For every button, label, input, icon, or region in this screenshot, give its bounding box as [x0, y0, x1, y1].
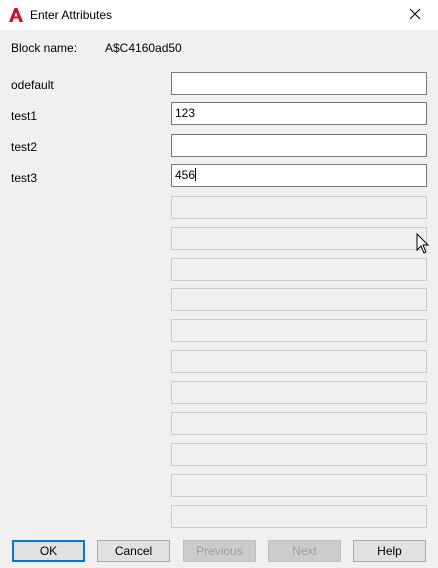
block-name-value: A$C4160ad50 — [105, 41, 182, 55]
attribute-input-empty — [171, 505, 427, 528]
help-button[interactable]: Help — [353, 540, 426, 562]
title-bar: Enter Attributes — [0, 0, 438, 30]
attribute-input-empty — [171, 258, 427, 281]
attribute-label-odefault: odefault — [11, 78, 54, 92]
attribute-input-test1[interactable]: 123 — [171, 102, 427, 125]
attribute-input-empty — [171, 443, 427, 466]
attribute-input-empty — [171, 381, 427, 404]
attribute-input-empty — [171, 196, 427, 219]
attribute-input-odefault[interactable] — [171, 72, 427, 95]
attribute-input-test3[interactable]: 456 — [171, 164, 427, 187]
ok-button[interactable]: OK — [12, 540, 85, 562]
autocad-icon — [8, 7, 24, 23]
attribute-input-empty — [171, 227, 427, 250]
attribute-input-empty — [171, 288, 427, 311]
text-caret — [195, 168, 197, 181]
previous-button[interactable]: Previous — [183, 540, 256, 562]
attribute-label-test1: test1 — [11, 109, 38, 123]
close-icon — [409, 8, 421, 23]
attribute-input-empty — [171, 319, 427, 342]
close-button[interactable] — [392, 0, 438, 30]
mouse-cursor-icon — [416, 232, 430, 255]
attribute-label-test3: test3 — [11, 171, 38, 185]
attribute-input-test3-text: 456 — [175, 168, 196, 182]
cancel-button[interactable]: Cancel — [97, 540, 170, 562]
dialog-title: Enter Attributes — [30, 8, 113, 22]
attribute-input-test2[interactable] — [171, 134, 427, 157]
next-button[interactable]: Next — [268, 540, 341, 562]
block-name-label: Block name: — [11, 41, 78, 55]
enter-attributes-dialog: Enter Attributes Block name: A$C4160ad50… — [0, 0, 438, 568]
attribute-label-test2: test2 — [11, 140, 38, 154]
attribute-input-empty — [171, 350, 427, 373]
attribute-input-empty — [171, 412, 427, 435]
attribute-input-empty — [171, 474, 427, 497]
